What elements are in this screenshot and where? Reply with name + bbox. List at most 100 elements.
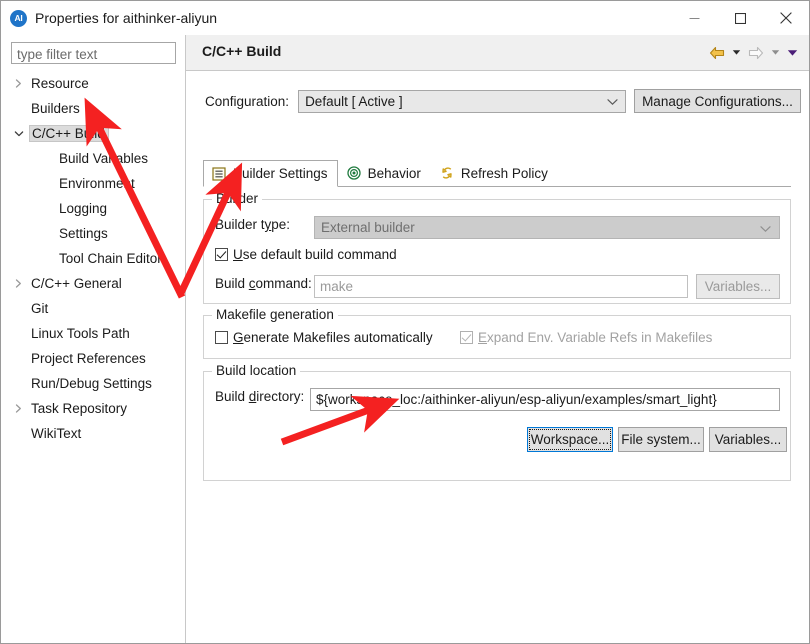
sidebar-item-git[interactable]: Git (2, 296, 185, 321)
page-nav-toolbar (706, 42, 801, 63)
expand-env-refs-label: Expand Env. Variable Refs in Makefiles (478, 330, 713, 345)
forward-menu-chevron-down-icon[interactable] (767, 42, 784, 63)
sidebar-item-label: Builders (31, 101, 80, 116)
sidebar-item-run-debug-settings[interactable]: Run/Debug Settings (2, 371, 185, 396)
ai-circle-icon: AI (10, 9, 27, 27)
configuration-row: Configuration: Default [ Active ] Manage… (186, 81, 809, 121)
chevron-right-icon[interactable] (12, 277, 25, 290)
sidebar-item-label: Linux Tools Path (31, 326, 130, 341)
file-system-button[interactable]: File system... (618, 427, 704, 452)
sidebar-item-cpp-build[interactable]: C/C++ Build (2, 121, 185, 146)
target-circle-icon (346, 165, 362, 181)
properties-dialog: AI Properties for aithinker-aliyun type … (0, 0, 810, 644)
sidebar-item-settings[interactable]: Settings (2, 221, 185, 246)
overflow-chevron-down-filled-icon[interactable] (784, 42, 801, 63)
settings-sidebar: type filter text Resource Builders C/C++… (2, 35, 186, 643)
tab-label: Behavior (367, 165, 421, 181)
sidebar-item-logging[interactable]: Logging (2, 196, 185, 221)
sidebar-item-label: Task Repository (31, 401, 128, 416)
tab-refresh-policy[interactable]: Refresh Policy (431, 160, 558, 186)
list-lines-icon (211, 166, 227, 182)
build-directory-label: Build directory: (215, 389, 305, 404)
chevron-right-icon[interactable] (12, 77, 25, 90)
expand-env-refs-checkbox (460, 331, 473, 344)
chevron-down-icon (760, 220, 771, 235)
sidebar-item-builders[interactable]: Builders (2, 96, 185, 121)
variables-button[interactable]: Variables... (709, 427, 787, 452)
settings-tree: Resource Builders C/C++ Build Build Vari… (2, 71, 185, 446)
sidebar-item-tool-chain-editor[interactable]: Tool Chain Editor (2, 246, 185, 271)
sidebar-item-wikitext[interactable]: WikiText (2, 421, 185, 446)
sidebar-item-label: C/C++ General (31, 276, 122, 291)
minimize-button[interactable] (671, 1, 717, 35)
sidebar-item-label: Run/Debug Settings (31, 376, 152, 391)
use-default-build-command-checkbox[interactable] (215, 248, 228, 261)
window-title: Properties for aithinker-aliyun (35, 10, 218, 26)
refresh-arrows-icon (439, 165, 455, 181)
tab-behavior[interactable]: Behavior (338, 160, 431, 186)
build-command-row: Build command: (215, 276, 312, 291)
manage-configurations-button[interactable]: Manage Configurations... (634, 89, 801, 113)
build-directory-row: Build directory: (215, 389, 304, 404)
forward-arrow-icon[interactable] (745, 42, 767, 63)
build-location-group: Build location Build directory: ${worksp… (203, 363, 791, 481)
sidebar-item-linux-tools-path[interactable]: Linux Tools Path (2, 321, 185, 346)
page-header: C/C++ Build (186, 35, 809, 71)
configuration-select[interactable]: Default [ Active ] (298, 89, 627, 113)
build-command-label: Build command: (215, 276, 312, 291)
sidebar-item-resource[interactable]: Resource (2, 71, 185, 96)
sidebar-item-label: Project References (31, 351, 146, 366)
sidebar-item-build-variables[interactable]: Build Variables (2, 146, 185, 171)
builder-group: Builder Builder type: External builder U… (203, 191, 791, 304)
use-default-build-command-row[interactable]: Use default build command (215, 247, 397, 262)
settings-page: C/C++ Build Configuration: Default [Act… (186, 35, 809, 643)
close-button[interactable] (763, 1, 809, 35)
expand-env-refs-row: Expand Env. Variable Refs in Makefiles (460, 330, 712, 345)
builder-type-value: External builder (321, 220, 415, 235)
sidebar-item-label: Build Variables (59, 151, 149, 166)
builder-type-select[interactable]: External builder (314, 216, 780, 239)
build-directory-input[interactable]: ${workspace_loc:/aithinker-aliyun/esp-al… (310, 388, 780, 411)
builder-group-title: Builder (212, 191, 263, 206)
sidebar-item-task-repository[interactable]: Task Repository (2, 396, 185, 421)
chevron-down-icon (607, 94, 618, 109)
build-command-variables-button[interactable]: Variables... (696, 274, 780, 299)
back-menu-chevron-down-icon[interactable] (728, 42, 745, 63)
generate-makefiles-label: Generate Makefiles automatically (233, 330, 433, 345)
sidebar-item-environment[interactable]: Environment (2, 171, 185, 196)
sidebar-item-label: C/C++ Build (29, 125, 109, 142)
chevron-right-icon[interactable] (12, 402, 25, 415)
sidebar-item-label: WikiText (31, 426, 82, 441)
build-command-input[interactable]: make (314, 275, 688, 298)
tab-label: Builder Settings (233, 166, 328, 181)
generate-makefiles-row[interactable]: Generate Makefiles automatically (215, 330, 433, 345)
sidebar-item-label: Git (31, 301, 49, 316)
title-bar: AI Properties for aithinker-aliyun (1, 1, 809, 35)
sidebar-item-label: Environment (59, 176, 135, 191)
sidebar-item-label: Logging (59, 201, 108, 216)
builder-type-label: Builder type: (215, 217, 291, 232)
window-controls (671, 1, 809, 35)
builder-type-row: Builder type: (215, 217, 290, 232)
use-default-build-command-label: Use default build command (233, 247, 397, 262)
sidebar-item-label: Resource (31, 76, 89, 91)
tab-builder-settings[interactable]: Builder Settings (203, 160, 338, 187)
workspace-button[interactable]: Workspace... (527, 427, 613, 452)
page-title: C/C++ Build (202, 43, 282, 59)
sidebar-item-label: Settings (59, 226, 108, 241)
sidebar-item-label: Tool Chain Editor (59, 251, 162, 266)
back-arrow-icon[interactable] (706, 42, 728, 63)
generate-makefiles-checkbox[interactable] (215, 331, 228, 344)
maximize-button[interactable] (717, 1, 763, 35)
tab-bar: Builder Settings Behavior Refresh Policy (203, 160, 791, 187)
configuration-selected-value: Default [ Active ] (305, 93, 403, 109)
tab-label: Refresh Policy (460, 165, 548, 181)
sidebar-item-cpp-general[interactable]: C/C++ General (2, 271, 185, 296)
makefile-generation-group-title: Makefile generation (212, 307, 338, 322)
filter-input[interactable]: type filter text (11, 42, 176, 64)
sidebar-item-project-references[interactable]: Project References (2, 346, 185, 371)
build-location-group-title: Build location (212, 363, 301, 378)
configuration-label: Configuration: (205, 93, 290, 109)
makefile-generation-group: Makefile generation Generate Makefiles a… (203, 307, 791, 359)
chevron-down-icon[interactable] (12, 127, 25, 140)
